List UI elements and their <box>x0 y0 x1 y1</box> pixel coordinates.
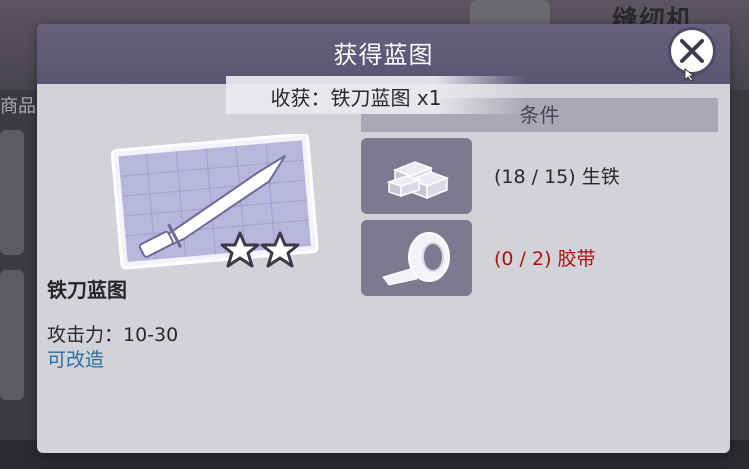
attack-stat: 攻击力：10-30 <box>47 320 178 347</box>
modifiable-label: 可改造 <box>47 349 105 371</box>
requirement-row[interactable]: (18 / 15) 生铁 <box>361 138 721 216</box>
dialog-header: 获得蓝图 <box>37 24 730 84</box>
star-icon <box>260 231 300 268</box>
star-icon <box>220 231 260 268</box>
background-card <box>0 270 24 400</box>
requirement-row[interactable]: (0 / 2) 胶带 <box>361 220 721 298</box>
requirement-text: (18 / 15) 生铁 <box>494 166 620 188</box>
reward-banner: 收获：铁刀蓝图 x1 <box>226 76 526 114</box>
iron-ingot-icon <box>386 161 449 200</box>
attack-label: 攻击力： <box>47 324 124 346</box>
background-shop-label: 商品 <box>0 96 36 117</box>
mouse-cursor-icon <box>684 68 696 82</box>
close-x-icon <box>680 39 704 63</box>
reward-text: 收获：铁刀蓝图 x1 <box>270 86 442 110</box>
background-card <box>0 130 24 255</box>
attack-value: 10-30 <box>123 324 179 346</box>
requirement-icon-box[interactable] <box>361 138 472 214</box>
tape-roll-icon <box>381 232 450 286</box>
item-name: 铁刀蓝图 <box>47 278 127 302</box>
dialog-title: 获得蓝图 <box>333 41 434 69</box>
star-rating <box>220 230 300 270</box>
requirement-icon-box[interactable] <box>361 220 472 296</box>
requirement-text: (0 / 2) 胶带 <box>494 248 596 270</box>
